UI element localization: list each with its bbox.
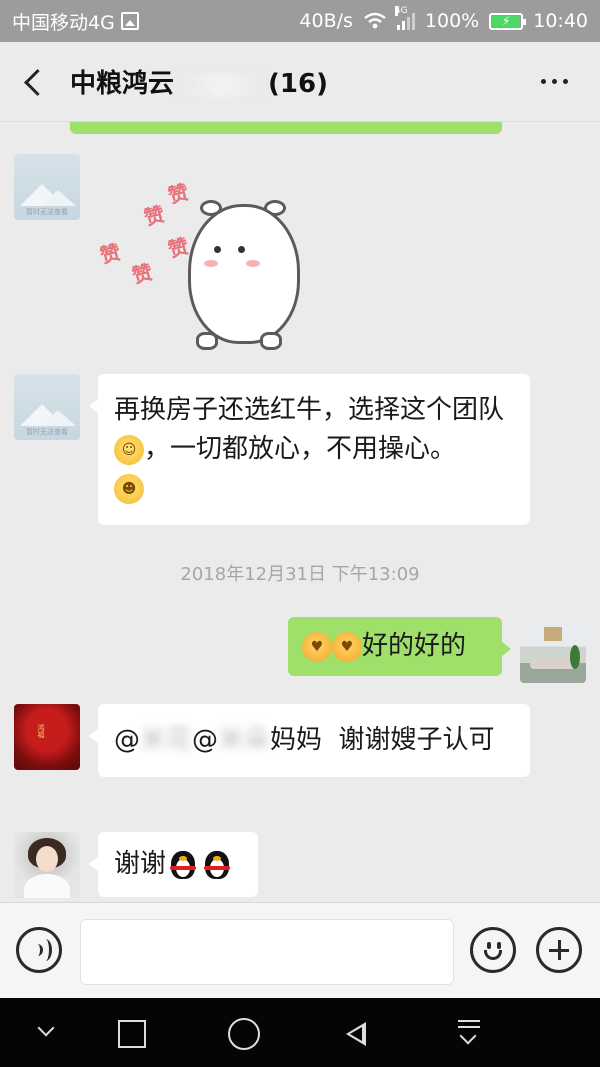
message-bubble[interactable]: 谢谢 bbox=[89, 832, 258, 897]
recents-icon[interactable] bbox=[114, 1016, 148, 1050]
message-bubble[interactable]: 再换房子还选红牛，选择这个团队 ☺ ，一切都放心，不用操心。 ☻ bbox=[89, 374, 530, 525]
message-input[interactable] bbox=[80, 919, 454, 985]
message-text: 妈妈 谢谢嫂子认可 bbox=[270, 725, 495, 755]
sticker-text: 赞 bbox=[165, 179, 192, 209]
avatar-caption: 暂时无法查看 bbox=[26, 428, 68, 436]
penguin-emoji-icon bbox=[166, 850, 200, 880]
image-notification-icon bbox=[120, 12, 139, 30]
sticker-text: 赞 bbox=[97, 239, 124, 269]
system-nav-bar bbox=[0, 998, 600, 1067]
plus-icon[interactable] bbox=[536, 927, 582, 973]
clock: 10:40 bbox=[533, 10, 588, 32]
smile-icon[interactable] bbox=[470, 927, 516, 973]
network-type: 4G bbox=[394, 6, 408, 16]
timestamp: 2018年12月31日 下午13:09 bbox=[180, 564, 420, 585]
sticker-text: 赞 bbox=[129, 259, 156, 289]
back-arrow-icon[interactable] bbox=[18, 67, 48, 97]
battery-percent: 100% bbox=[424, 10, 480, 32]
signal-icon: 4G bbox=[394, 6, 415, 30]
avatar[interactable] bbox=[14, 832, 80, 898]
grin-emoji-icon: ☻ bbox=[114, 473, 144, 504]
message-text: ，一切都放心，不用操心。 bbox=[144, 434, 457, 464]
chat-title-prefix: 中粮鸿云 bbox=[70, 69, 175, 99]
chat-title: 中粮鸿云 (16) bbox=[70, 63, 328, 100]
network-speed: 40B/s bbox=[299, 10, 353, 32]
hug-emoji-icon: ♥ bbox=[332, 631, 362, 662]
status-bar: 中国移动4G 40B/s 4G 100% ⚡ 10:40 bbox=[0, 0, 600, 42]
redacted-text: 米花 bbox=[140, 725, 193, 755]
avatar[interactable]: 暂时无法查看 bbox=[14, 154, 80, 220]
penguin-emoji-icon bbox=[200, 850, 234, 880]
hide-keyboard-icon[interactable] bbox=[30, 1016, 64, 1050]
notification-pull-icon[interactable] bbox=[452, 1016, 486, 1050]
avatar[interactable]: 鸿福 bbox=[14, 704, 80, 770]
battery-icon: ⚡ bbox=[489, 12, 527, 30]
redacted-text bbox=[176, 73, 267, 96]
avatar[interactable]: 暂时无法查看 bbox=[14, 374, 80, 440]
chat-header: 中粮鸿云 (16) bbox=[0, 42, 600, 122]
my-avatar[interactable] bbox=[520, 617, 586, 683]
redacted-text: 米朵 bbox=[218, 725, 271, 755]
message-text: @ bbox=[114, 725, 140, 755]
member-count: (16) bbox=[268, 69, 328, 99]
input-bar bbox=[0, 902, 600, 998]
message-text: 好的好的 bbox=[362, 631, 467, 661]
sticker-text: 赞 bbox=[165, 233, 192, 263]
message-text: 谢谢 bbox=[114, 849, 167, 879]
message-list[interactable]: 暂时无法查看 赞 赞 赞 赞 赞 暂时无法查看 再换房子还选红牛，选择这个团队 ☺… bbox=[0, 122, 600, 902]
voice-icon[interactable] bbox=[16, 927, 62, 973]
back-icon[interactable] bbox=[340, 1016, 374, 1050]
bear-sticker[interactable]: 赞 赞 赞 赞 赞 bbox=[96, 174, 316, 404]
my-message-bubble[interactable]: ♥ ♥ 好的好的 bbox=[288, 617, 511, 676]
message-bubble[interactable]: @米花@米朵妈妈 谢谢嫂子认可 bbox=[89, 704, 530, 777]
message-text: 再换房子还选红牛，选择这个团队 bbox=[114, 395, 505, 425]
wifi-icon bbox=[364, 12, 386, 29]
hug-emoji-icon: ♥ bbox=[302, 631, 332, 662]
previous-message-bubble bbox=[70, 122, 502, 134]
message-text: @ bbox=[192, 725, 219, 755]
avatar-caption: 暂时无法查看 bbox=[26, 208, 68, 216]
sticker-text: 赞 bbox=[141, 201, 168, 231]
home-icon[interactable] bbox=[226, 1016, 260, 1050]
smirk-emoji-icon: ☺ bbox=[114, 434, 144, 465]
more-dots-icon[interactable] bbox=[541, 79, 582, 84]
carrier-label: 中国移动4G bbox=[12, 11, 115, 34]
